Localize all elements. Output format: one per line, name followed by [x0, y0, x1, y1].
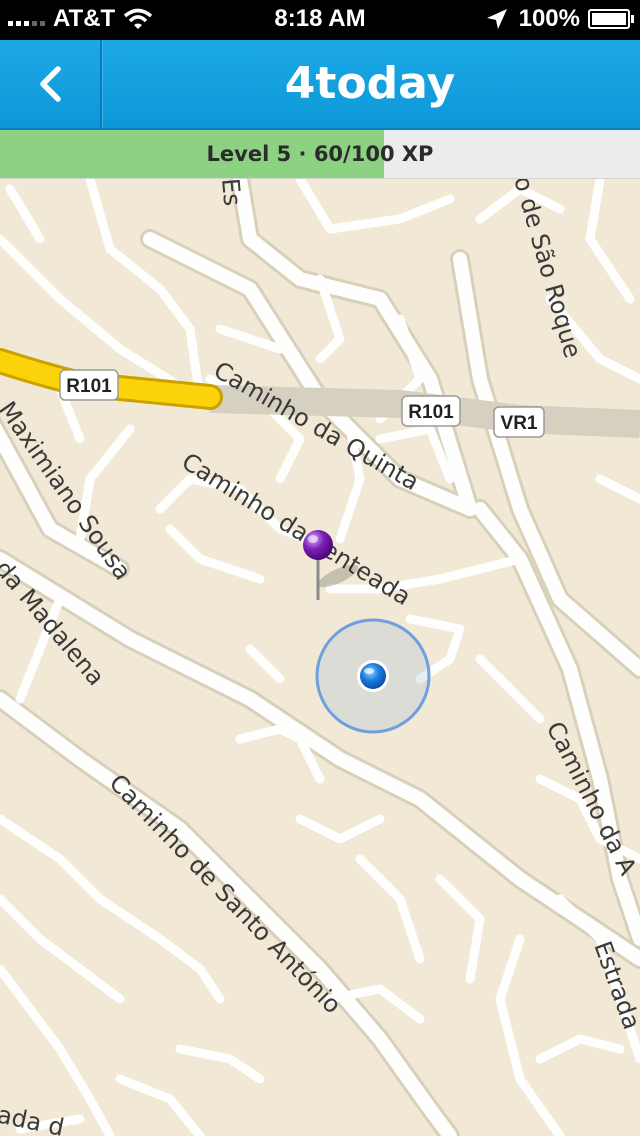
- status-right: 100%: [485, 5, 634, 33]
- map-canvas[interactable]: R101 R101 VR1 Caminho da Quinta Caminho …: [0, 179, 640, 1136]
- chevron-left-icon: [40, 66, 61, 102]
- xp-progress-bar: Level 5 · 60/100 XP: [0, 130, 640, 179]
- street-label-caminho-de-santo-antonio: Caminho de Santo António: [104, 769, 347, 1019]
- battery-icon: [588, 9, 634, 29]
- xp-label: Level 5 · 60/100 XP: [206, 142, 434, 166]
- current-location-marker[interactable]: [315, 618, 431, 734]
- location-services-icon: [486, 9, 507, 29]
- shield-vr1: VR1: [493, 406, 545, 438]
- map-view[interactable]: R101 R101 VR1 Caminho da Quinta Caminho …: [0, 179, 640, 1136]
- shield-r101-right: R101: [401, 395, 461, 427]
- shield-label: VR1: [501, 413, 538, 434]
- status-bar: AT&T 8:18 AM 100%: [0, 0, 640, 40]
- app-title: 4today: [284, 58, 456, 109]
- shield-r101-left: R101: [59, 369, 119, 401]
- back-button[interactable]: [0, 40, 102, 128]
- battery-percentage: 100%: [518, 5, 580, 32]
- battery-level: [592, 13, 626, 25]
- shield-label: R101: [408, 402, 454, 423]
- street-label-es: Es: [216, 179, 246, 207]
- street-label-bottom-left: ada d: [0, 1100, 67, 1136]
- navigation-bar: 4today: [0, 40, 640, 130]
- shield-label: R101: [66, 376, 112, 397]
